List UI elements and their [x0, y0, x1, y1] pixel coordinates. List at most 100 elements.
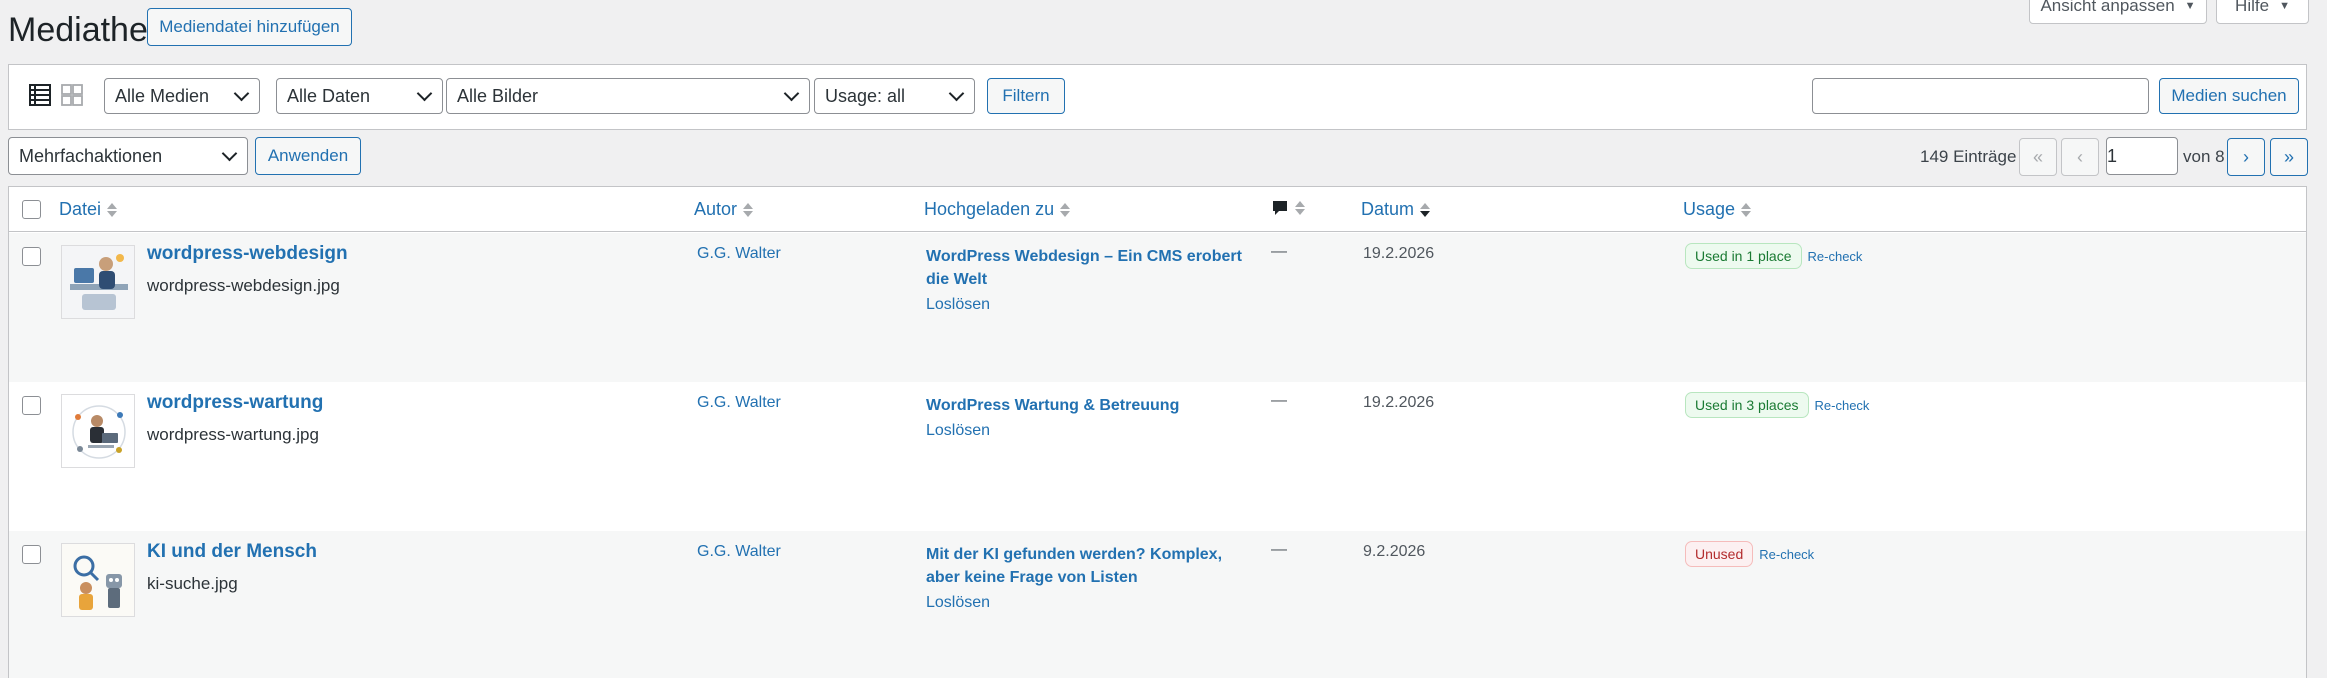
- thumbnail-image: [62, 246, 134, 318]
- apply-button[interactable]: Anwenden: [255, 137, 361, 175]
- chevron-down-icon: [221, 145, 238, 161]
- filter-button[interactable]: Filtern: [987, 78, 1065, 114]
- grid-view-icon[interactable]: [61, 84, 83, 106]
- sort-desc-icon: [1420, 202, 1431, 217]
- media-thumbnail[interactable]: [61, 394, 135, 468]
- column-uploaded-to-label: Hochgeladen zu: [924, 199, 1055, 219]
- comment-count: —: [1271, 541, 1287, 558]
- search-input[interactable]: [1812, 78, 2149, 114]
- screen-options-label: Ansicht anpassen: [2040, 0, 2175, 15]
- column-author[interactable]: Autor: [694, 199, 754, 220]
- chevron-down-icon: [948, 85, 965, 101]
- date-select[interactable]: Alle Daten: [276, 78, 443, 114]
- select-all-checkbox[interactable]: [22, 200, 41, 219]
- date-value: Alle Daten: [287, 85, 371, 106]
- image-filter-value: Alle Bilder: [457, 85, 539, 106]
- row-checkbox[interactable]: [22, 396, 41, 415]
- bulk-action-select[interactable]: Mehrfachaktionen: [8, 137, 248, 175]
- column-file-label: Datei: [59, 199, 102, 219]
- column-usage-label: Usage: [1683, 199, 1736, 219]
- table-row: KI und der Mensch ki-suche.jpg G.G. Walt…: [9, 531, 2306, 678]
- add-media-button[interactable]: Mediendatei hinzufügen: [147, 8, 352, 46]
- help-button[interactable]: Hilfe ▼: [2216, 0, 2309, 24]
- chevron-down-icon: [416, 85, 433, 101]
- usage-cell: Unused Re-check: [1685, 541, 1814, 567]
- detach-link[interactable]: Loslösen: [926, 591, 1256, 614]
- next-page-button[interactable]: ›: [2227, 138, 2265, 176]
- sort-icon: [1060, 202, 1071, 217]
- usage-badge: Used in 3 places: [1685, 392, 1809, 418]
- sort-icon: [1295, 201, 1305, 215]
- bulk-action-value: Mehrfachaktionen: [19, 145, 163, 166]
- media-title-link[interactable]: KI und der Mensch: [147, 541, 317, 563]
- column-date[interactable]: Datum: [1361, 199, 1431, 220]
- media-filename: wordpress-wartung.jpg: [147, 425, 319, 444]
- prev-page-button[interactable]: ‹: [2061, 138, 2099, 176]
- comment-bubble-icon: [1273, 201, 1287, 215]
- page-title: Mediathek: [8, 11, 165, 49]
- media-type-select[interactable]: Alle Medien: [104, 78, 260, 114]
- parent-post-link[interactable]: WordPress Webdesign – Ein CMS erobert di…: [926, 248, 1242, 288]
- column-uploaded-to[interactable]: Hochgeladen zu: [924, 199, 1071, 220]
- upload-date: 9.2.2026: [1363, 543, 1426, 560]
- usage-filter-select[interactable]: Usage: all: [814, 78, 975, 114]
- recheck-link[interactable]: Re-check: [1815, 398, 1870, 413]
- thumbnail-image: [62, 544, 134, 616]
- uploaded-to-cell: Mit der KI gefunden werden? Komplex, abe…: [926, 543, 1256, 614]
- column-author-label: Autor: [694, 199, 738, 219]
- thumbnail-image: [62, 395, 134, 467]
- comment-count: —: [1271, 243, 1287, 260]
- recheck-link[interactable]: Re-check: [1759, 547, 1814, 562]
- media-filename: wordpress-webdesign.jpg: [147, 276, 340, 295]
- search-media-button[interactable]: Medien suchen: [2159, 78, 2299, 114]
- uploaded-to-cell: WordPress Webdesign – Ein CMS erobert di…: [926, 245, 1256, 316]
- author-link[interactable]: G.G. Walter: [697, 245, 781, 263]
- comment-count: —: [1271, 392, 1287, 409]
- chevron-down-icon: [233, 85, 250, 101]
- recheck-link[interactable]: Re-check: [1808, 249, 1863, 264]
- sort-icon: [107, 202, 118, 217]
- list-view-icon[interactable]: [29, 84, 51, 106]
- column-comments[interactable]: [1271, 199, 1305, 217]
- upload-date: 19.2.2026: [1363, 245, 1435, 262]
- author-link[interactable]: G.G. Walter: [697, 543, 781, 561]
- current-page-input[interactable]: [2106, 137, 2178, 175]
- usage-cell: Used in 1 place Re-check: [1685, 243, 1862, 269]
- column-file[interactable]: Datei: [59, 199, 118, 220]
- author-link[interactable]: G.G. Walter: [697, 394, 781, 412]
- uploaded-to-cell: WordPress Wartung & Betreuung Loslösen: [926, 394, 1256, 442]
- total-pages: von 8: [2183, 147, 2225, 166]
- first-page-button[interactable]: «: [2019, 138, 2057, 176]
- media-filter-bar: Alle Medien Alle Daten Alle Bilder Usage…: [8, 64, 2307, 130]
- usage-badge: Unused: [1685, 541, 1754, 567]
- media-table: Datei Autor Hochgeladen zu Datum Usage w…: [8, 186, 2307, 678]
- parent-post-link[interactable]: Mit der KI gefunden werden? Komplex, abe…: [926, 546, 1222, 586]
- screen-options-button[interactable]: Ansicht anpassen ▼: [2029, 0, 2207, 24]
- media-filename: ki-suche.jpg: [147, 574, 238, 593]
- upload-date: 19.2.2026: [1363, 394, 1435, 411]
- row-checkbox[interactable]: [22, 247, 41, 266]
- media-thumbnail[interactable]: [61, 543, 135, 617]
- media-title-link[interactable]: wordpress-wartung: [147, 392, 323, 414]
- column-date-label: Datum: [1361, 199, 1415, 219]
- image-filter-select[interactable]: Alle Bilder: [446, 78, 810, 114]
- media-title-link[interactable]: wordpress-webdesign: [147, 243, 348, 265]
- row-checkbox[interactable]: [22, 545, 41, 564]
- parent-post-link[interactable]: WordPress Wartung & Betreuung: [926, 397, 1179, 414]
- table-header: Datei Autor Hochgeladen zu Datum Usage: [9, 187, 2306, 232]
- last-page-button[interactable]: »: [2270, 138, 2308, 176]
- detach-link[interactable]: Loslösen: [926, 419, 1256, 442]
- sort-icon: [1741, 202, 1752, 217]
- chevron-down-icon: [783, 85, 800, 101]
- help-label: Hilfe: [2235, 0, 2270, 15]
- column-usage[interactable]: Usage: [1683, 199, 1752, 220]
- caret-down-icon: ▼: [2184, 0, 2196, 12]
- caret-down-icon: ▼: [2279, 0, 2290, 12]
- media-type-value: Alle Medien: [115, 85, 210, 106]
- detach-link[interactable]: Loslösen: [926, 293, 1256, 316]
- table-row: wordpress-wartung wordpress-wartung.jpg …: [9, 382, 2306, 531]
- usage-filter-value: Usage: all: [825, 85, 906, 106]
- items-count: 149 Einträge: [1920, 147, 2017, 166]
- media-thumbnail[interactable]: [61, 245, 135, 319]
- sort-icon: [743, 202, 754, 217]
